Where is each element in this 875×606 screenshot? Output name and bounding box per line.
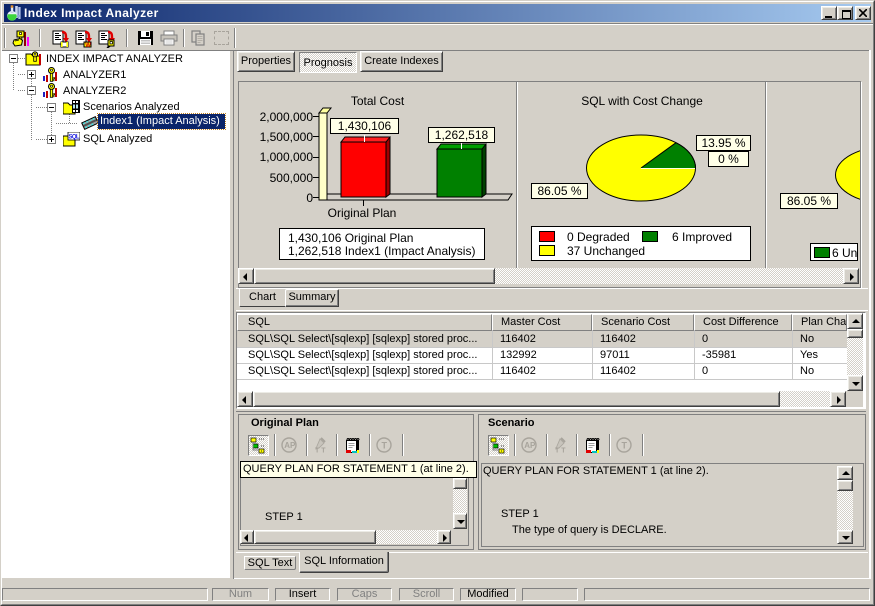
svg-text:W: W	[85, 43, 91, 48]
svg-text:SQL: SQL	[69, 135, 80, 141]
